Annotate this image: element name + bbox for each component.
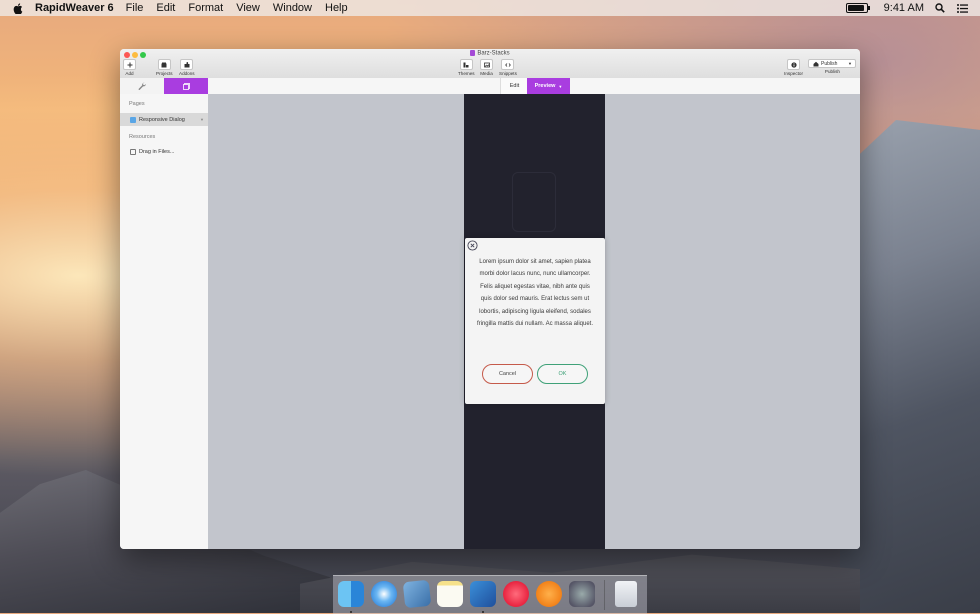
projects-label: Projects bbox=[156, 71, 173, 76]
app-menu[interactable]: RapidWeaver 6 bbox=[35, 2, 114, 14]
responsive-dialog: Lorem ipsum dolor sit amet, sapien plate… bbox=[465, 238, 605, 404]
cancel-button[interactable]: Cancel bbox=[482, 364, 533, 384]
dock-separator bbox=[604, 580, 605, 610]
code-icon bbox=[505, 62, 511, 67]
resources-heading: Resources bbox=[129, 134, 156, 140]
snippets-tool[interactable]: Snippets bbox=[499, 59, 517, 76]
themes-tool[interactable]: Themes bbox=[458, 59, 475, 76]
menu-view[interactable]: View bbox=[236, 2, 260, 14]
add-label: Add bbox=[125, 71, 134, 76]
sidebar-item-drag-in-files[interactable]: Drag in Files... bbox=[120, 145, 208, 158]
battery-level bbox=[847, 5, 864, 11]
finder-icon[interactable] bbox=[338, 581, 364, 607]
snippets-label: Snippets bbox=[499, 71, 517, 76]
download-icon bbox=[130, 148, 136, 155]
addons-tool[interactable]: Addons bbox=[179, 59, 195, 76]
preview-canvas: Lorem ipsum dolor sit amet, sapien plate… bbox=[208, 94, 860, 549]
close-icon[interactable] bbox=[467, 240, 478, 251]
snippets-button[interactable] bbox=[501, 59, 515, 70]
media-label: Media bbox=[480, 71, 493, 76]
notification-center-icon[interactable] bbox=[957, 3, 968, 13]
chevron-down-icon[interactable]: ▼ bbox=[200, 117, 204, 122]
window-titlebar[interactable]: Barz-Stacks Add Projects Addons Themes M… bbox=[120, 49, 860, 79]
battery-icon[interactable] bbox=[845, 3, 870, 13]
pages-heading: Pages bbox=[129, 101, 145, 107]
document-icon bbox=[470, 50, 476, 56]
itunes-icon[interactable] bbox=[503, 581, 529, 607]
apple-icon[interactable] bbox=[11, 1, 25, 15]
ibooks-icon[interactable] bbox=[536, 581, 562, 607]
menu-bar: RapidWeaver 6 File Edit Format View Wind… bbox=[0, 0, 980, 16]
preview-mode-label: Preview bbox=[534, 83, 556, 89]
inspector-label: Inspector bbox=[784, 71, 803, 76]
home-icon bbox=[813, 61, 819, 66]
chevron-down-icon: ▼ bbox=[558, 83, 563, 89]
spotlight-search-icon[interactable] bbox=[935, 3, 945, 13]
menu-help[interactable]: Help bbox=[325, 2, 348, 14]
publish-button[interactable]: Publish ▼ bbox=[808, 59, 856, 68]
logo-placeholder-icon bbox=[512, 172, 556, 232]
projects-icon bbox=[161, 62, 167, 67]
menu-file[interactable]: File bbox=[126, 2, 144, 14]
inspector-tool[interactable]: Inspector bbox=[784, 59, 803, 76]
edit-mode-button[interactable]: Edit bbox=[500, 78, 528, 94]
addons-label: Addons bbox=[179, 71, 195, 76]
addons-button[interactable] bbox=[180, 59, 194, 70]
sidebar-item-label: Responsive Dialog bbox=[139, 116, 185, 123]
page-icon bbox=[130, 116, 136, 123]
dialog-body-text: Lorem ipsum dolor sit amet, sapien plate… bbox=[476, 259, 594, 328]
plus-icon bbox=[127, 62, 132, 67]
image-icon bbox=[483, 62, 490, 67]
tab-pages[interactable] bbox=[164, 78, 208, 94]
rapidweaver-icon[interactable] bbox=[470, 581, 496, 607]
wrench-icon bbox=[138, 82, 146, 90]
dock bbox=[333, 575, 647, 614]
preview-mode-button[interactable]: Preview ▼ bbox=[527, 78, 570, 94]
inspector-button[interactable] bbox=[787, 59, 801, 70]
projects-tool[interactable]: Projects bbox=[156, 59, 173, 76]
chevron-down-icon: ▼ bbox=[848, 61, 852, 66]
themes-icon bbox=[463, 62, 469, 67]
menu-format[interactable]: Format bbox=[188, 2, 223, 14]
document-title-text: Barz-Stacks bbox=[477, 50, 510, 57]
projects-button[interactable] bbox=[157, 59, 171, 70]
notes-icon[interactable] bbox=[437, 581, 463, 607]
pages-icon bbox=[182, 82, 190, 90]
document-title: Barz-Stacks bbox=[120, 50, 860, 57]
mode-bar: Edit Preview ▼ bbox=[120, 78, 860, 95]
add-button[interactable] bbox=[123, 59, 136, 70]
media-button[interactable] bbox=[480, 59, 493, 70]
info-icon bbox=[790, 61, 797, 68]
ok-button[interactable]: OK bbox=[537, 364, 588, 384]
themes-button[interactable] bbox=[459, 59, 473, 70]
menu-window[interactable]: Window bbox=[273, 2, 312, 14]
publish-label: Publish bbox=[824, 69, 840, 74]
themes-label: Themes bbox=[458, 71, 475, 76]
trash-icon[interactable] bbox=[615, 581, 637, 607]
add-tool[interactable]: Add bbox=[123, 59, 136, 76]
sidebar: Pages Responsive Dialog ▼ Resources Drag… bbox=[120, 94, 209, 549]
tab-settings[interactable] bbox=[120, 78, 165, 94]
sidebar-item-responsive-dialog[interactable]: Responsive Dialog ▼ bbox=[120, 113, 208, 126]
preview-icon[interactable] bbox=[402, 579, 432, 609]
puzzle-icon bbox=[184, 61, 190, 67]
sidebar-item-label: Drag in Files... bbox=[139, 148, 175, 155]
menu-edit[interactable]: Edit bbox=[156, 2, 175, 14]
media-tool[interactable]: Media bbox=[480, 59, 493, 76]
safari-icon[interactable] bbox=[371, 581, 397, 607]
rapidweaver-window: Barz-Stacks Add Projects Addons Themes M… bbox=[120, 49, 860, 549]
menubar-clock[interactable]: 9:41 AM bbox=[884, 2, 924, 14]
wallpaper-cliff bbox=[840, 120, 980, 613]
publish-button-label: Publish bbox=[821, 60, 838, 67]
system-preferences-icon[interactable] bbox=[569, 581, 595, 607]
